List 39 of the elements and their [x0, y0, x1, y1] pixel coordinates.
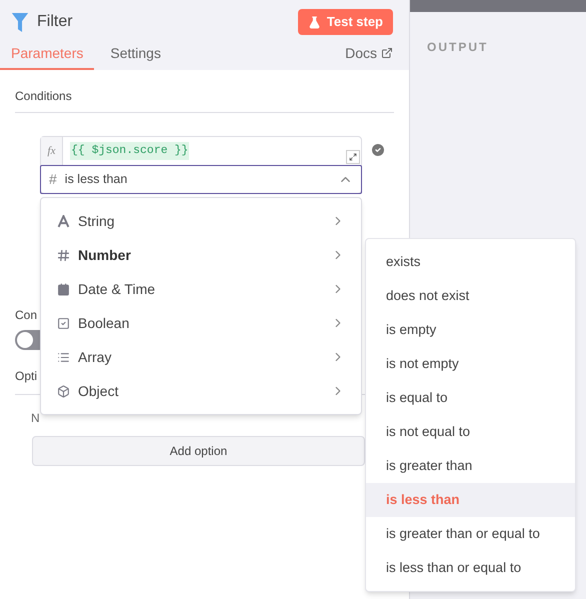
- output-label: OUTPUT: [427, 39, 490, 56]
- panel-title: Filter: [37, 12, 73, 32]
- checkbox-icon: [57, 316, 70, 330]
- letter-a-icon: [57, 214, 70, 228]
- field-label: Con: [15, 307, 38, 324]
- operator-menu-item[interactable]: is equal to: [366, 381, 575, 415]
- operator-menu-item[interactable]: is not empty: [366, 347, 575, 381]
- operator-select[interactable]: # is less than: [40, 165, 362, 194]
- type-menu-item[interactable]: String: [41, 204, 361, 238]
- empty-note: N: [31, 410, 41, 427]
- operator-menu-item[interactable]: is less than or equal to: [366, 551, 575, 585]
- expression-prefix: fx: [41, 137, 63, 165]
- toggle-switch[interactable]: [15, 330, 40, 350]
- type-menu-item[interactable]: Array: [41, 340, 361, 374]
- operator-menu-item[interactable]: exists: [366, 245, 575, 279]
- expression-value: {{ $json.score }}: [70, 142, 190, 160]
- type-menu-item[interactable]: Date & Time: [41, 272, 361, 306]
- operator-menu-item[interactable]: is greater than: [366, 449, 575, 483]
- flask-icon: [308, 16, 321, 28]
- add-option-button[interactable]: Add option: [32, 436, 365, 466]
- external-link-icon: [381, 47, 393, 59]
- type-menu-item[interactable]: Object: [41, 374, 361, 408]
- type-menu-item[interactable]: Boolean: [41, 306, 361, 340]
- cube-icon: [57, 384, 70, 398]
- tab[interactable]: Settings: [94, 38, 177, 70]
- check-circle-icon: [370, 142, 386, 158]
- list-icon: [57, 350, 70, 364]
- type-menu-item[interactable]: Number: [41, 238, 361, 272]
- hash-icon: [57, 248, 70, 262]
- operator-menu-item[interactable]: is not equal to: [366, 415, 575, 449]
- section-label: Conditions: [15, 89, 72, 103]
- operator-menu-item[interactable]: is greater than or equal to: [366, 517, 575, 551]
- operator-menu-item[interactable]: is empty: [366, 313, 575, 347]
- docs-link[interactable]: Docs: [345, 38, 393, 70]
- operator-menu-item[interactable]: does not exist: [366, 279, 575, 313]
- funnel-icon: [11, 12, 29, 32]
- section-label: Opti: [15, 369, 38, 383]
- expand-icon[interactable]: [346, 150, 360, 164]
- calendar-icon: [57, 282, 70, 296]
